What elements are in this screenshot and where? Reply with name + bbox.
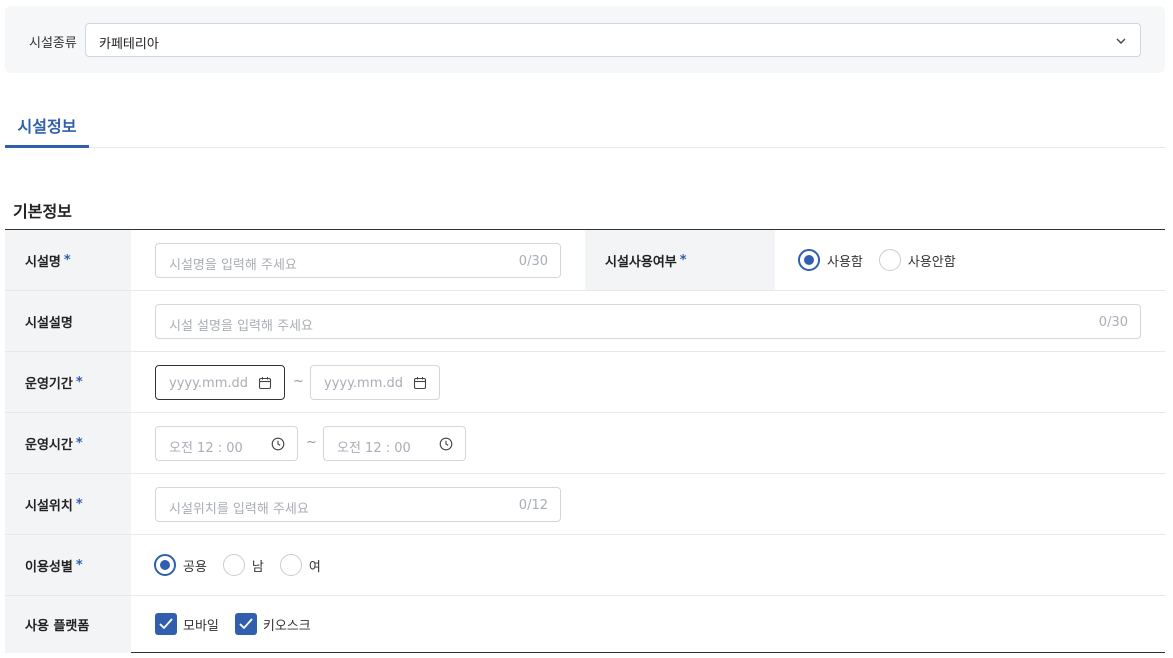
form-row-gender: 이용성별 * 공용 남 여 <box>5 535 1165 596</box>
radio-selected-icon <box>798 249 820 271</box>
platform-option-label: 키오스크 <box>262 618 311 634</box>
required-mark: * <box>75 496 83 512</box>
name-input[interactable]: 시설명을 입력해 주세요 0/30 <box>155 243 561 278</box>
usage-option-label: 사용안함 <box>907 254 956 270</box>
hours-end-input[interactable]: 오전 12 : 00 <box>323 426 466 461</box>
radio-unselected-icon <box>279 554 302 576</box>
radio-unselected-icon <box>878 249 901 271</box>
description-counter: 0/30 <box>1098 315 1128 330</box>
basic-info-form: 시설명 * 시설명을 입력해 주세요 0/30 시설사용여부 * 사용함 사용안함 … <box>5 229 1165 653</box>
form-row-platform: 사용 플랫폼 모바일 키오스크 <box>5 596 1165 653</box>
hours-separator: ~ <box>306 435 317 450</box>
checkbox-checked <box>234 613 257 635</box>
form-row-location: 시설위치 * 시설위치를 입력해 주세요 0/12 <box>5 474 1165 535</box>
required-mark: * <box>63 252 71 268</box>
description-label: 시설설명 <box>25 315 73 331</box>
location-label-cell: 시설위치 * <box>5 474 131 534</box>
gender-radio-male[interactable]: 남 <box>222 554 264 576</box>
required-mark: * <box>75 435 83 451</box>
clock-icon[interactable] <box>439 437 453 451</box>
gender-radio-shared[interactable]: 공용 <box>154 554 207 576</box>
location-input[interactable]: 시설위치를 입력해 주세요 0/12 <box>155 487 561 522</box>
radio-selected-icon <box>154 554 176 576</box>
gender-option-label: 남 <box>251 559 264 575</box>
clock-icon[interactable] <box>271 437 285 451</box>
facility-type-value: 카페테리아 <box>99 37 159 52</box>
gender-radio-group: 공용 남 여 <box>154 554 337 576</box>
calendar-icon[interactable] <box>413 376 427 390</box>
hours-end-value: 오전 12 : 00 <box>337 441 411 456</box>
period-label-cell: 운영기간 * <box>5 352 131 412</box>
usage-radio-group: 사용함 사용안함 <box>798 249 972 271</box>
required-mark: * <box>75 557 83 573</box>
name-placeholder: 시설명을 입력해 주세요 <box>169 258 297 273</box>
period-separator: ~ <box>293 374 304 389</box>
platform-checkbox-group: 모바일 키오스크 <box>155 613 327 635</box>
platform-checkbox-kiosk[interactable]: 키오스크 <box>234 613 311 635</box>
location-placeholder: 시설위치를 입력해 주세요 <box>169 502 309 517</box>
usage-option-label: 사용함 <box>827 254 863 270</box>
checkmark-icon <box>239 618 253 630</box>
tab-bar: 시설정보 <box>5 100 1165 148</box>
gender-option-label: 공용 <box>183 559 207 575</box>
usage-label: 시설사용여부 <box>605 254 677 270</box>
facility-type-label: 시설종류 <box>29 36 77 51</box>
platform-option-label: 모바일 <box>183 618 219 634</box>
period-end-input[interactable]: yyyy.mm.dd <box>310 365 440 400</box>
name-label-cell: 시설명 * <box>5 230 131 290</box>
facility-type-select[interactable]: 카페테리아 <box>85 23 1141 57</box>
chevron-down-icon <box>1116 38 1126 44</box>
period-end-placeholder: yyyy.mm.dd <box>324 376 404 391</box>
form-row-name: 시설명 * 시설명을 입력해 주세요 0/30 시설사용여부 * 사용함 사용안함 <box>5 230 1165 291</box>
gender-label-cell: 이용성별 * <box>5 535 131 595</box>
section-title: 기본정보 <box>13 202 72 221</box>
usage-radio-yes[interactable]: 사용함 <box>798 249 863 271</box>
hours-label: 운영시간 <box>25 437 73 453</box>
gender-option-label: 여 <box>308 559 321 575</box>
hours-start-input[interactable]: 오전 12 : 00 <box>155 426 298 461</box>
required-mark: * <box>75 374 83 390</box>
description-placeholder: 시설 설명을 입력해 주세요 <box>169 319 313 334</box>
usage-label-cell: 시설사용여부 * <box>585 230 775 290</box>
form-row-period: 운영기간 * yyyy.mm.dd ~ yyyy.mm.dd <box>5 352 1165 413</box>
location-counter: 0/12 <box>518 498 548 513</box>
facility-type-panel: 시설종류 카페테리아 <box>5 6 1165 73</box>
tab-facility-info[interactable]: 시설정보 <box>5 100 89 148</box>
platform-label-cell: 사용 플랫폼 <box>5 596 131 653</box>
description-input[interactable]: 시설 설명을 입력해 주세요 0/30 <box>155 304 1141 339</box>
name-counter: 0/30 <box>518 254 548 269</box>
required-mark: * <box>679 252 687 268</box>
form-row-hours: 운영시간 * 오전 12 : 00 ~ 오전 12 : 00 <box>5 413 1165 474</box>
checkmark-icon <box>159 618 173 630</box>
period-start-placeholder: yyyy.mm.dd <box>169 376 249 391</box>
description-label-cell: 시설설명 <box>5 291 131 351</box>
form-row-description: 시설설명 시설 설명을 입력해 주세요 0/30 <box>5 291 1165 352</box>
hours-label-cell: 운영시간 * <box>5 413 131 473</box>
gender-label: 이용성별 <box>25 559 73 575</box>
period-label: 운영기간 <box>25 376 73 392</box>
radio-unselected-icon <box>222 554 245 576</box>
calendar-icon[interactable] <box>258 376 272 390</box>
location-label: 시설위치 <box>25 498 73 514</box>
gender-radio-female[interactable]: 여 <box>279 554 321 576</box>
usage-radio-no[interactable]: 사용안함 <box>878 249 956 271</box>
platform-checkbox-mobile[interactable]: 모바일 <box>155 613 219 635</box>
hours-start-value: 오전 12 : 00 <box>169 441 243 456</box>
name-label: 시설명 <box>25 254 61 270</box>
checkbox-checked <box>155 613 177 635</box>
platform-label: 사용 플랫폼 <box>25 619 90 634</box>
period-start-input[interactable]: yyyy.mm.dd <box>155 365 285 400</box>
